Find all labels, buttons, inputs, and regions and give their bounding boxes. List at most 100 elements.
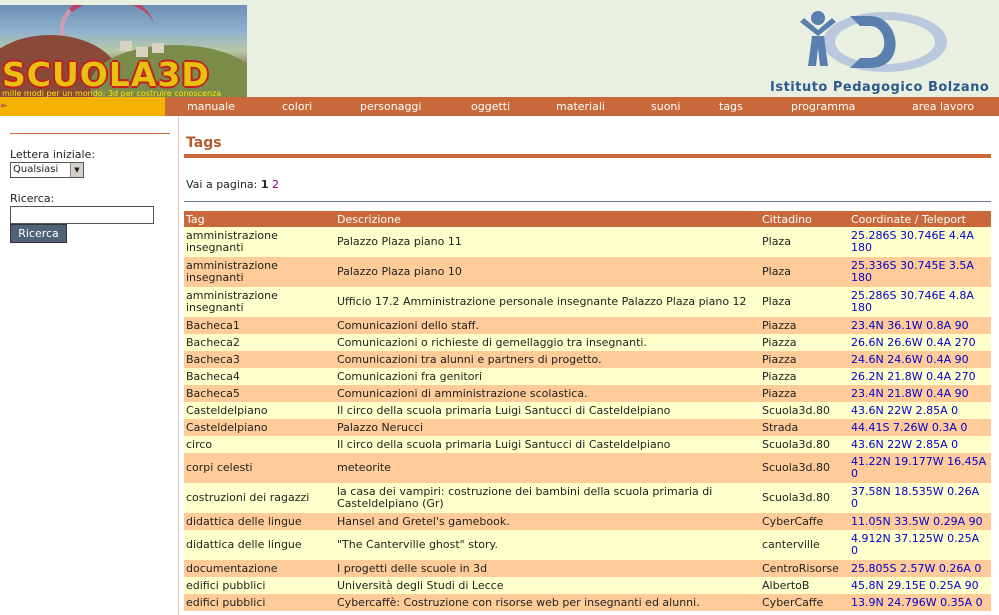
sidebar-divider [10,133,170,134]
institute-name: Istituto Pedagogico Bolzano [770,80,990,95]
description-cell: Comunicazioni dello staff. [335,317,760,334]
table-row: Casteldelpiano Il circo della scuola prim… [184,402,991,419]
tag-cell: Bacheca3 [184,351,335,368]
table-row: amministrazione insegnanti Palazzo Plaza … [184,227,991,257]
letter-filter-value: Qualsiasi [13,164,59,175]
citizen-cell: Piazza [760,351,849,368]
nav-item-area-lavoro[interactable]: area lavoro [912,100,974,113]
teleport-link[interactable]: 37.58N 18.535W 0.26A 0 [849,483,991,513]
teleport-link[interactable]: 26.2N 21.8W 0.4A 270 [849,368,991,385]
description-cell: Comunicazioni tra alunni e partners di p… [335,351,760,368]
citizen-cell: Plaza [760,287,849,317]
table-row: corpi celesti meteorite Scuola3d.80 41.22N … [184,453,991,483]
tag-cell: Bacheca1 [184,317,335,334]
citizen-cell: Piazza [760,317,849,334]
page-title: Tags [186,135,222,151]
teleport-link[interactable]: 43.6N 22W 2.85A 0 [849,436,991,453]
description-cell: Palazzo Plaza piano 10 [335,257,760,287]
teleport-link[interactable]: 13.9N 24.796W 0.35A 0 [849,594,991,611]
nav-item-suoni[interactable]: suoni [651,100,680,113]
citizen-cell: Scuola3d.80 [760,402,849,419]
table-header-row: Tag Descrizione Cittadino Coordinate / T… [184,211,991,227]
nav-item-oggetti[interactable]: oggetti [471,100,510,113]
search-label: Ricerca: [10,192,55,205]
description-cell: Comunicazioni o richieste di gemellaggio… [335,334,760,351]
teleport-link[interactable]: 25.805S 2.57W 0.26A 0 [849,560,991,577]
teleport-link[interactable]: 41.22N 19.177W 16.45A 0 [849,453,991,483]
tag-cell: corpi celesti [184,453,335,483]
teleport-link[interactable]: 44.41S 7.26W 0.3A 0 [849,419,991,436]
title-divider [184,154,991,158]
teleport-link[interactable]: 24.6N 24.6W 0.4A 90 [849,351,991,368]
teleport-link[interactable]: 11.05N 33.5W 0.29A 90 [849,513,991,530]
teleport-link[interactable]: 25.286S 30.746E 4.8A 180 [849,287,991,317]
citizen-cell: canterville [760,530,849,560]
tag-cell: edifici pubblici [184,594,335,611]
search-input[interactable] [10,206,154,224]
scuola3d-banner[interactable]: SCUOLA3D mille modi per un mondo: 3d per… [0,5,247,97]
banner-house [152,43,164,53]
citizen-cell: Scuola3d.80 [760,436,849,453]
description-cell: "The Canterville ghost" story. [335,530,760,560]
tag-cell: Casteldelpiano [184,402,335,419]
main-nav: ► manuale colori personaggi oggetti mate… [0,97,999,116]
page-link-current: 1 [260,178,269,191]
teleport-link[interactable]: 25.336S 30.745E 3.5A 180 [849,257,991,287]
citizen-cell: CyberCaffe [760,513,849,530]
teleport-link[interactable]: 23.4N 36.1W 0.8A 90 [849,317,991,334]
citizen-cell: AlbertoB [760,577,849,594]
dropdown-arrow-icon[interactable]: ▼ [70,163,83,177]
table-row: Casteldelpiano Palazzo Nerucci Strada 44.41… [184,419,991,436]
letter-filter-select[interactable]: Qualsiasi ▼ [10,162,84,178]
citizen-cell: Strada [760,419,849,436]
tag-cell: didattica delle lingue [184,513,335,530]
description-cell: Il circo della scuola primaria Luigi San… [335,402,760,419]
nav-item-materiali[interactable]: materiali [556,100,605,113]
page-link[interactable]: 2 [272,178,279,191]
teleport-link[interactable]: 26.6N 26.6W 0.4A 270 [849,334,991,351]
tag-cell: Casteldelpiano [184,419,335,436]
tag-cell: Bacheca4 [184,368,335,385]
table-row: Bacheca1 Comunicazioni dello staff. Piazza… [184,317,991,334]
teleport-link[interactable]: 4.912N 37.125W 0.25A 0 [849,530,991,560]
table-row: edifici pubblici Cybercaffè: Costruzione … [184,594,991,611]
table-row: Bacheca2 Comunicazioni o richieste di gem… [184,334,991,351]
banner-house [120,41,132,51]
table-row: circo Il circo della scuola primaria Luig… [184,436,991,453]
table-row: costruzioni dei ragazzi la casa dei vampi… [184,483,991,513]
tag-cell: didattica delle lingue [184,530,335,560]
column-header-citizen[interactable]: Cittadino [760,211,849,227]
table-row: Bacheca3 Comunicazioni tra alunni e partn… [184,351,991,368]
tag-cell: amministrazione insegnanti [184,257,335,287]
citizen-cell: Piazza [760,334,849,351]
column-header-description[interactable]: Descrizione [335,211,760,227]
nav-item-programma[interactable]: programma [791,100,855,113]
description-cell: Cybercaffè: Costruzione con risorse web … [335,594,760,611]
banner-subtitle: mille modi per un mondo: 3d per costruir… [2,89,222,97]
nav-item-personaggi[interactable]: personaggi [360,100,421,113]
teleport-link[interactable]: 23.4N 21.8W 0.4A 90 [849,385,991,402]
nav-item-colori[interactable]: colori [282,100,312,113]
header: SCUOLA3D mille modi per un mondo: 3d per… [0,0,999,97]
table-row: amministrazione insegnanti Ufficio 17.2 A… [184,287,991,317]
description-cell: I progetti delle scuole in 3d [335,560,760,577]
description-cell: Università degli Studi di Lecce [335,577,760,594]
column-header-coordinates[interactable]: Coordinate / Teleport [849,211,991,227]
nav-item-manuale[interactable]: manuale [187,100,235,113]
column-header-tag[interactable]: Tag [184,211,335,227]
table-row: didattica delle lingue "The Canterville g… [184,530,991,560]
tag-cell: circo [184,436,335,453]
tag-cell: amministrazione insegnanti [184,287,335,317]
teleport-link[interactable]: 45.8N 29.15E 0.25A 90 [849,577,991,594]
description-cell: Il circo della scuola primaria Luigi San… [335,436,760,453]
teleport-link[interactable]: 25.286S 30.746E 4.4A 180 [849,227,991,257]
citizen-cell: Scuola3d.80 [760,453,849,483]
nav-item-tags[interactable]: tags [719,100,743,113]
tag-cell: costruzioni dei ragazzi [184,483,335,513]
teleport-link[interactable]: 43.6N 22W 2.85A 0 [849,402,991,419]
description-cell: Ufficio 17.2 Amministrazione personale i… [335,287,760,317]
search-button[interactable]: Ricerca [10,224,67,243]
citizen-cell: Scuola3d.80 [760,483,849,513]
nav-left-bar: ► [0,97,165,116]
description-cell: meteorite [335,453,760,483]
